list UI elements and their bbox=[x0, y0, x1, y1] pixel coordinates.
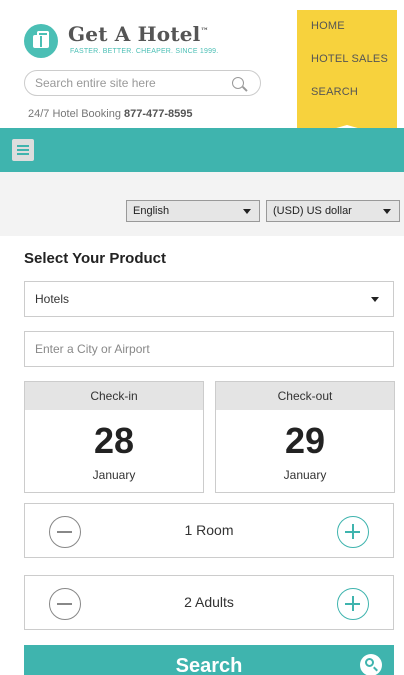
checkout-card[interactable]: Check-out 29 January bbox=[215, 381, 395, 493]
phone-line: 24/7 Hotel Booking 877-477-8595 bbox=[28, 108, 193, 120]
checkout-month: January bbox=[283, 468, 327, 482]
search-icon bbox=[360, 654, 382, 675]
product-select[interactable]: Hotels bbox=[24, 281, 394, 317]
search-button[interactable]: Search bbox=[24, 645, 394, 675]
language-select[interactable]: English bbox=[126, 200, 260, 222]
adults-plus-icon[interactable] bbox=[337, 588, 369, 620]
nav-search[interactable]: SEARCH bbox=[311, 86, 358, 98]
search-icon[interactable] bbox=[232, 77, 244, 89]
logo-title[interactable]: Get A Hotel™ bbox=[68, 22, 209, 46]
checkin-label: Check-in bbox=[25, 382, 203, 410]
phone-number[interactable]: 877-477-8595 bbox=[124, 108, 193, 120]
hamburger-menu-icon[interactable] bbox=[12, 139, 34, 161]
rooms-plus-icon[interactable] bbox=[337, 516, 369, 548]
nav-banner: HOME HOTEL SALES SEARCH bbox=[297, 10, 397, 139]
rooms-stepper: 1 Room bbox=[24, 503, 394, 558]
city-field[interactable] bbox=[24, 331, 394, 367]
city-input[interactable] bbox=[35, 342, 383, 356]
site-search-input[interactable] bbox=[35, 75, 225, 91]
menu-bar bbox=[0, 128, 404, 172]
checkout-label: Check-out bbox=[216, 382, 394, 410]
site-search-box[interactable] bbox=[24, 70, 261, 96]
checkin-day: 28 bbox=[93, 420, 135, 461]
chevron-down-icon bbox=[371, 297, 379, 302]
checkin-month: January bbox=[92, 468, 136, 482]
nav-home[interactable]: HOME bbox=[311, 20, 345, 32]
product-title: Select Your Product bbox=[24, 250, 166, 267]
checkout-day: 29 bbox=[284, 420, 326, 461]
locale-bar: English (USD) US dollar bbox=[0, 172, 404, 236]
chevron-down-icon bbox=[243, 209, 251, 214]
checkin-card[interactable]: Check-in 28 January bbox=[24, 381, 204, 493]
nav-hotel-sales[interactable]: HOTEL SALES bbox=[311, 53, 388, 65]
adults-stepper: 2 Adults bbox=[24, 575, 394, 630]
chevron-down-icon bbox=[383, 209, 391, 214]
suitcase-logo-icon[interactable] bbox=[24, 24, 58, 58]
currency-select[interactable]: (USD) US dollar bbox=[266, 200, 400, 222]
logo-tagline: FASTER. BETTER. CHEAPER. SINCE 1999. bbox=[70, 48, 219, 55]
